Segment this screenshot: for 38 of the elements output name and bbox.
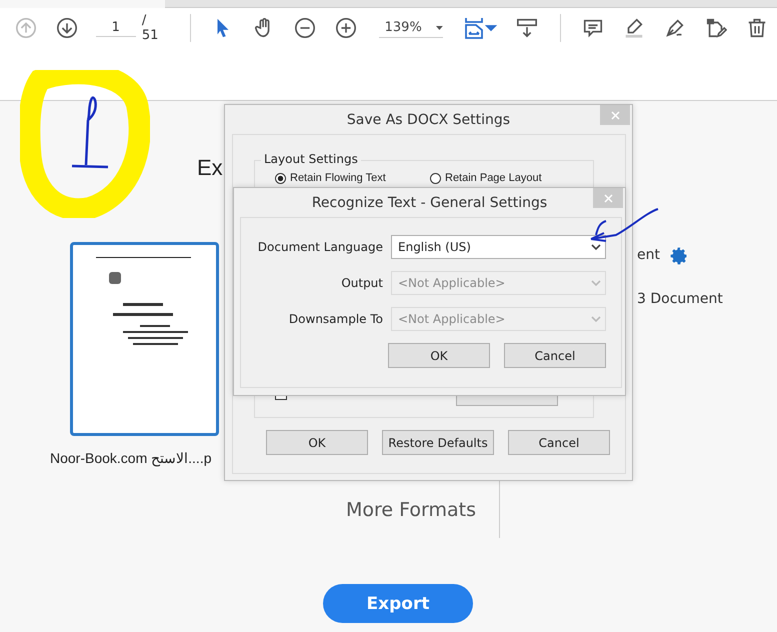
- option-label: ent: [637, 247, 660, 263]
- document-thumbnail[interactable]: [70, 242, 219, 436]
- zoom-in-icon: [335, 17, 358, 39]
- file-name: Noor-Book.com الاستح....p: [50, 450, 212, 466]
- radio-option[interactable]: Retain Flowing Text: [275, 172, 386, 185]
- zoom-out-icon: [294, 17, 316, 39]
- scroll-mode-icon: [516, 17, 538, 39]
- pen-icon: [664, 17, 686, 39]
- comment-icon: [582, 17, 604, 39]
- dialog-title: Recognize Text - General Settings: [312, 194, 548, 210]
- caret-icon: [436, 24, 443, 30]
- close-icon: [604, 194, 612, 202]
- field-label: Output: [340, 276, 384, 290]
- close-icon: [610, 110, 620, 120]
- chevron-down-icon: [591, 280, 601, 286]
- fit-page-icon: [462, 16, 499, 40]
- export-button[interactable]: Export: [323, 584, 473, 623]
- dialog-button[interactable]: Cancel: [504, 343, 606, 368]
- field-label: Document Language: [256, 240, 384, 254]
- option-description: 3 Document: [637, 291, 723, 307]
- zoom-dropdown[interactable]: 139%: [378, 18, 443, 38]
- radio-option[interactable]: Retain Page Layout: [430, 172, 542, 185]
- page-number-field[interactable]: 1: [96, 19, 136, 37]
- panel-heading: Ex: [197, 155, 223, 181]
- settings-icon[interactable]: [669, 246, 689, 266]
- field-label: Downsample To: [288, 312, 384, 326]
- dialog-title: Save As DOCX Settings: [346, 112, 510, 128]
- chevron-down-icon: [591, 244, 601, 250]
- dialog-button[interactable]: OK: [266, 430, 368, 455]
- document-edit-icon: [704, 17, 727, 39]
- dialog-button[interactable]: Restore Defaults: [382, 430, 494, 455]
- dialog-button[interactable]: OK: [388, 343, 490, 368]
- chevron-down-icon: [591, 316, 601, 322]
- language-dropdown[interactable]: English (US): [391, 235, 606, 259]
- group-label: Layout Settings: [261, 152, 361, 166]
- dialog-button[interactable]: Cancel: [508, 430, 610, 455]
- page-count: / 51: [142, 13, 160, 43]
- more-formats-link[interactable]: More Formats: [346, 499, 476, 521]
